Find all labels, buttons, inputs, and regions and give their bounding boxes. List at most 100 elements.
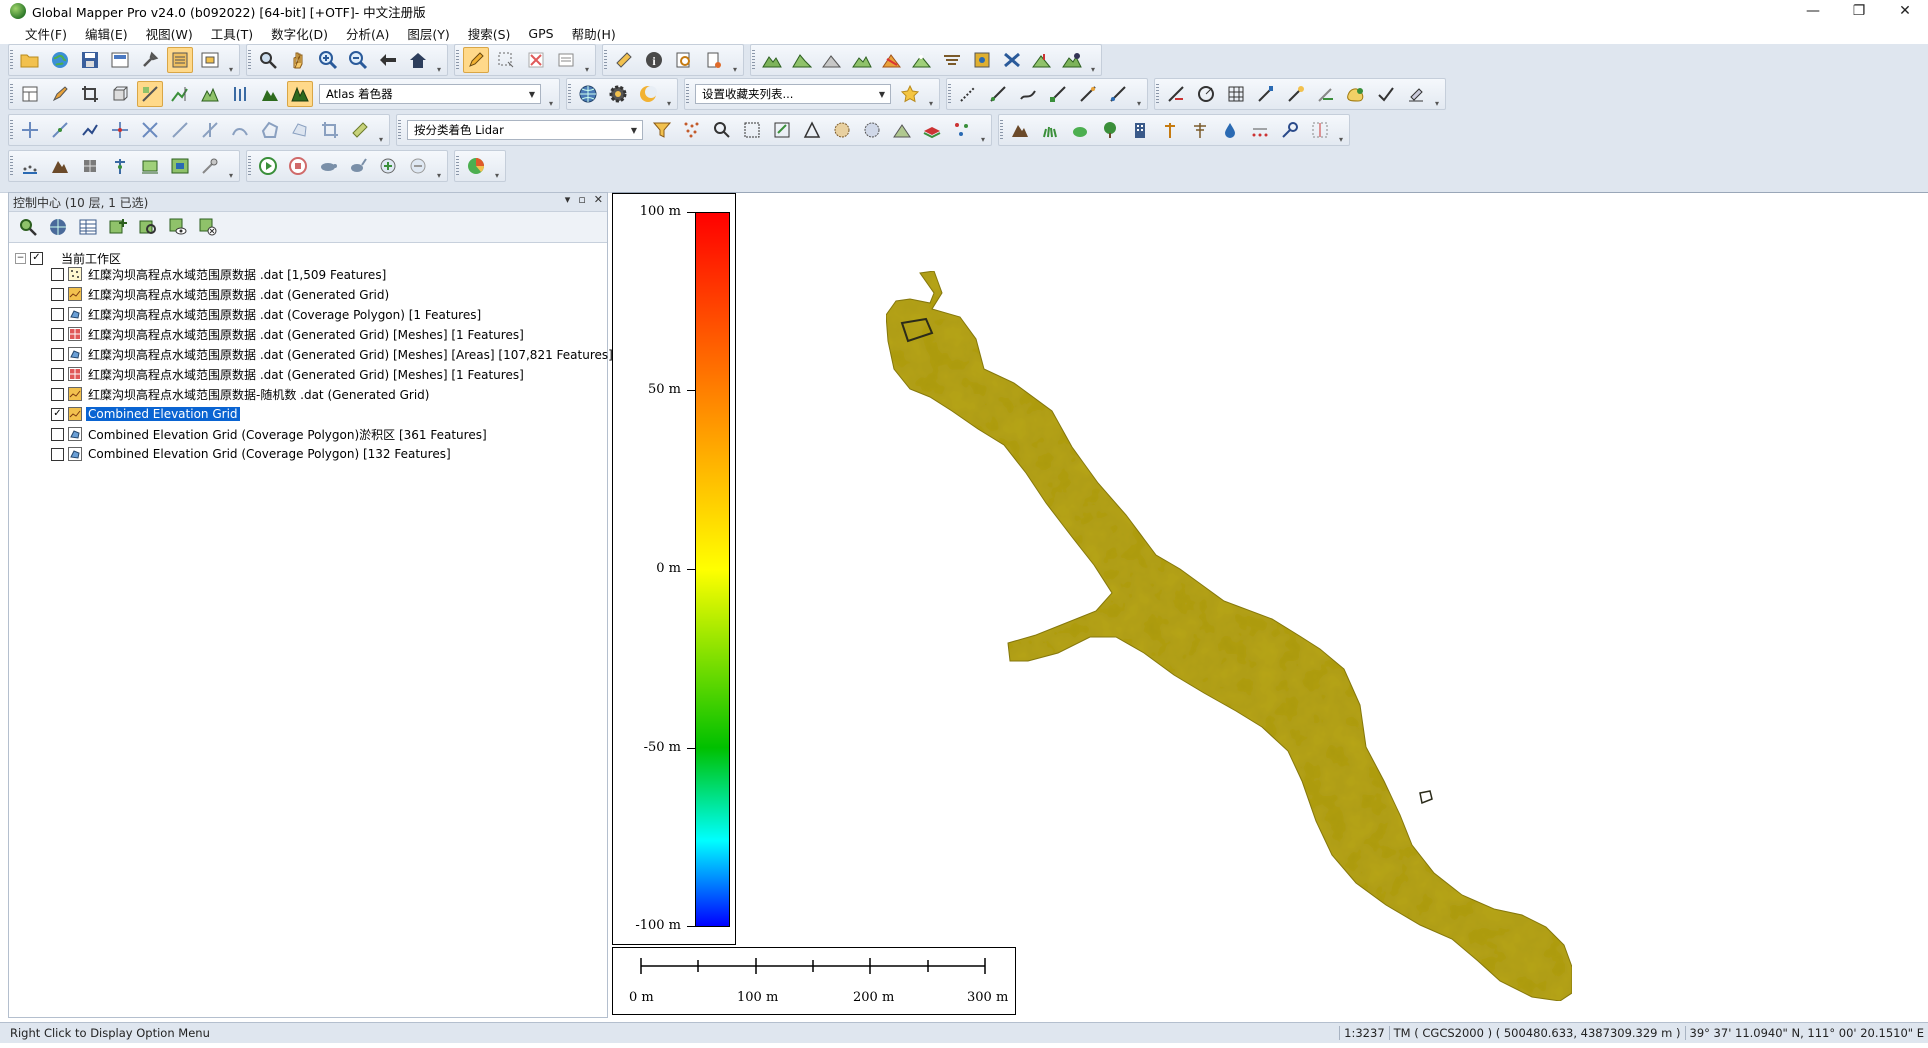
lidar-classify-icon[interactable] bbox=[829, 117, 855, 143]
lidar-ground-icon[interactable] bbox=[859, 117, 885, 143]
lidar-d-icon[interactable] bbox=[107, 153, 133, 179]
close-button[interactable]: ✕ bbox=[1882, 0, 1928, 22]
triangle-icon[interactable] bbox=[799, 117, 825, 143]
lidar-2-icon[interactable] bbox=[227, 81, 253, 107]
panel-close-icon[interactable]: ✕ bbox=[594, 193, 603, 206]
move-icon[interactable] bbox=[17, 117, 43, 143]
panel-float-icon[interactable]: ▫ bbox=[578, 193, 585, 206]
lidar-search-icon[interactable] bbox=[709, 117, 735, 143]
layer-checkbox[interactable] bbox=[51, 387, 64, 401]
collapse-icon[interactable]: − bbox=[15, 252, 26, 264]
bush-icon[interactable] bbox=[1067, 117, 1093, 143]
menu-gps[interactable]: GPS bbox=[519, 24, 562, 43]
crop-tool-icon[interactable] bbox=[317, 117, 343, 143]
delete-icon[interactable] bbox=[523, 47, 549, 73]
toolbar-overflow-icon[interactable]: ▾ bbox=[435, 152, 443, 180]
measure-icon[interactable] bbox=[611, 47, 637, 73]
shape-icon[interactable] bbox=[1343, 81, 1369, 107]
lidar-e-icon[interactable] bbox=[137, 153, 163, 179]
minimize-button[interactable]: — bbox=[1790, 0, 1836, 22]
lidar-b-icon[interactable] bbox=[47, 153, 73, 179]
key-icon[interactable] bbox=[1277, 117, 1303, 143]
stop-icon[interactable] bbox=[285, 153, 311, 179]
menu-view[interactable]: 视图(W) bbox=[137, 22, 202, 45]
back-arrow-icon[interactable] bbox=[375, 47, 401, 73]
restore-button[interactable]: ❐ bbox=[1836, 0, 1882, 22]
lidar-edit-icon[interactable] bbox=[769, 117, 795, 143]
home-icon[interactable] bbox=[405, 47, 431, 73]
3d-view-icon[interactable] bbox=[107, 81, 133, 107]
layer-row[interactable]: 红糜沟坝高程点水域范围原数据 .dat (Generated Grid) [Me… bbox=[51, 345, 615, 363]
chevron-down-icon[interactable]: ▼ bbox=[524, 85, 540, 103]
lidar-c-icon[interactable] bbox=[77, 153, 103, 179]
layer-row[interactable]: Combined Elevation Grid (Coverage Polygo… bbox=[51, 425, 489, 443]
panel-menu-icon[interactable]: ▾ bbox=[565, 193, 571, 206]
vector-edit-icon[interactable] bbox=[1163, 81, 1189, 107]
line-tool-6-icon[interactable] bbox=[1105, 81, 1131, 107]
toolbar-overflow-icon[interactable]: ▾ bbox=[1337, 116, 1345, 144]
line-tool-5-icon[interactable] bbox=[1075, 81, 1101, 107]
layer-row[interactable]: Combined Elevation Grid (Coverage Polygo… bbox=[51, 445, 453, 463]
gear-icon[interactable] bbox=[605, 81, 631, 107]
polygon-tool-icon[interactable] bbox=[257, 117, 283, 143]
connect-icon[interactable] bbox=[77, 117, 103, 143]
lidar-extract-icon[interactable] bbox=[889, 117, 915, 143]
layer-search-icon[interactable] bbox=[135, 214, 161, 240]
hill-icon[interactable] bbox=[257, 81, 283, 107]
terrain-edit-icon[interactable] bbox=[1059, 47, 1085, 73]
info-icon[interactable]: i bbox=[641, 47, 667, 73]
polygon-tool-2-icon[interactable] bbox=[287, 117, 313, 143]
layer-checkbox[interactable]: ✓ bbox=[51, 407, 64, 421]
toolbar-overflow-icon[interactable]: ▾ bbox=[583, 46, 591, 74]
layer-row-selected[interactable]: ✓ Combined Elevation Grid bbox=[51, 405, 240, 423]
view-shed-icon[interactable] bbox=[939, 47, 965, 73]
vertical-scale-icon[interactable] bbox=[167, 81, 193, 107]
tree-icon[interactable] bbox=[1097, 117, 1123, 143]
layer-remove-icon[interactable] bbox=[195, 214, 221, 240]
toolbar-overflow-icon[interactable]: ▾ bbox=[1433, 80, 1441, 108]
terrain-2-icon[interactable] bbox=[789, 47, 815, 73]
lidar-color-select[interactable]: 按分类着色 Lidar ▼ bbox=[407, 120, 643, 140]
remove-frame-icon[interactable] bbox=[405, 153, 431, 179]
remove-vertex-icon[interactable] bbox=[137, 117, 163, 143]
terrain-icon[interactable] bbox=[759, 47, 785, 73]
lidar-layer-icon[interactable] bbox=[919, 117, 945, 143]
power-line-icon[interactable] bbox=[1187, 117, 1213, 143]
turtle-icon[interactable] bbox=[315, 153, 341, 179]
globe-view-icon[interactable] bbox=[45, 214, 71, 240]
terrain-render[interactable] bbox=[612, 193, 1928, 1019]
layer-row[interactable]: 红糜沟坝高程点水域范围原数据 .dat (Generated Grid) [Me… bbox=[51, 325, 526, 343]
globe-icon[interactable] bbox=[47, 47, 73, 73]
erase-icon[interactable] bbox=[1283, 81, 1309, 107]
layer-checkbox[interactable] bbox=[51, 287, 64, 301]
rabbit-icon[interactable] bbox=[345, 153, 371, 179]
lidar-g-icon[interactable] bbox=[197, 153, 223, 179]
toolbar-overflow-icon[interactable]: ▾ bbox=[435, 46, 443, 74]
menu-search[interactable]: 搜索(S) bbox=[459, 22, 520, 45]
menu-help[interactable]: 帮助(H) bbox=[563, 22, 625, 45]
menu-analysis[interactable]: 分析(A) bbox=[337, 22, 398, 45]
menu-layer[interactable]: 图层(Y) bbox=[398, 22, 458, 45]
workspace-checkbox[interactable]: ✓ bbox=[30, 251, 43, 265]
layer-visible-icon[interactable] bbox=[165, 214, 191, 240]
layer-checkbox[interactable] bbox=[51, 447, 64, 461]
brush-icon[interactable] bbox=[1253, 81, 1279, 107]
zoom-to-layer-icon[interactable] bbox=[15, 214, 41, 240]
lidar-points-icon[interactable] bbox=[679, 117, 705, 143]
add-frame-icon[interactable] bbox=[375, 153, 401, 179]
split-icon[interactable] bbox=[197, 117, 223, 143]
terrain-4-icon[interactable] bbox=[849, 47, 875, 73]
building-icon[interactable] bbox=[1127, 117, 1153, 143]
grass-icon[interactable] bbox=[1037, 117, 1063, 143]
layer-row[interactable]: 红糜沟坝高程点水域范围原数据 .dat (Generated Grid) bbox=[51, 285, 391, 303]
layer-checkbox[interactable] bbox=[51, 347, 64, 361]
toolbar-overflow-icon[interactable]: ▾ bbox=[493, 152, 501, 180]
layer-row[interactable]: 红糜沟坝高程点水域范围原数据-随机数 .dat (Generated Grid) bbox=[51, 385, 431, 403]
zoom-in-icon[interactable] bbox=[315, 47, 341, 73]
attributes-icon[interactable] bbox=[553, 47, 579, 73]
watershed-icon[interactable] bbox=[879, 47, 905, 73]
layer-add-icon[interactable] bbox=[105, 214, 131, 240]
eraser-icon[interactable] bbox=[1313, 81, 1339, 107]
toolbar-overflow-icon[interactable]: ▾ bbox=[227, 46, 235, 74]
pan-hand-icon[interactable] bbox=[285, 47, 311, 73]
